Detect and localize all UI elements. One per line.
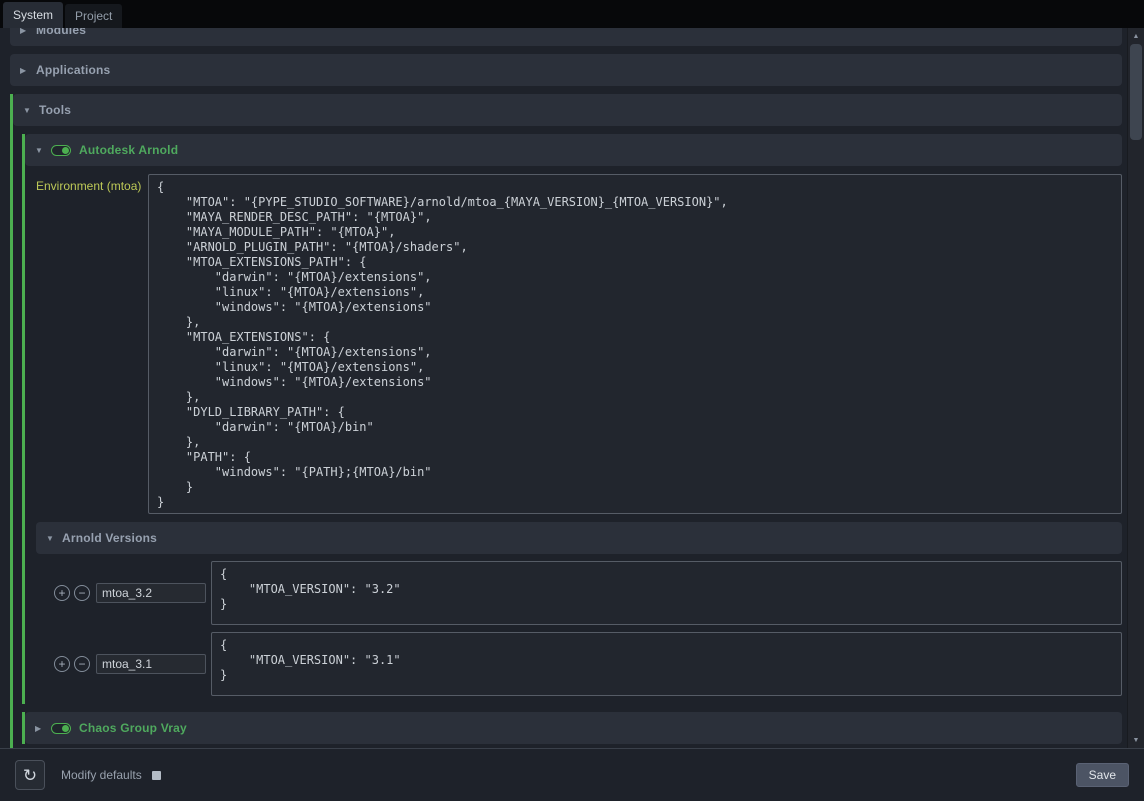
collapse-down-icon: ▼: [35, 146, 51, 155]
section-applications: ▶ Applications: [10, 54, 1122, 86]
arnold-body: Environment (mtoa) { "MTOA": "{PYPE_STUD…: [25, 166, 1122, 704]
version-json-editor[interactable]: { "MTOA_VERSION": "3.2" }: [211, 561, 1122, 625]
add-version-button[interactable]: +: [54, 656, 70, 672]
vray-enabled-toggle[interactable]: [51, 723, 71, 734]
tab-project[interactable]: Project: [65, 4, 122, 28]
section-title-tools: Tools: [39, 103, 71, 117]
vertical-scrollbar[interactable]: ▲ ▼: [1127, 28, 1144, 748]
collapse-right-icon: ▶: [35, 724, 51, 733]
collapse-right-icon: ▶: [20, 66, 36, 75]
section-tools: ▼ Tools ▼ Autodesk Arnold: [10, 94, 1122, 748]
section-header-arnold-versions[interactable]: ▼ Arnold Versions: [36, 522, 1122, 554]
tab-system[interactable]: System: [3, 2, 63, 28]
tools-body: ▼ Autodesk Arnold Environment (mtoa) { "…: [13, 134, 1122, 748]
refresh-button[interactable]: ↻: [15, 760, 45, 790]
save-button[interactable]: Save: [1076, 763, 1129, 787]
modify-defaults-checkbox[interactable]: [152, 771, 161, 780]
section-chaos-group-vray: ▶ Chaos Group Vray: [22, 712, 1122, 744]
version-name-input[interactable]: [96, 654, 206, 674]
collapse-right-icon: ▶: [20, 28, 36, 35]
scroll-down-arrow-icon[interactable]: ▼: [1128, 733, 1144, 747]
version-row: + − { "MTOA_VERSION": "3.2" }: [36, 561, 1122, 625]
version-row: + − { "MTOA_VERSION": "3.1" }: [36, 632, 1122, 696]
collapse-down-icon: ▼: [46, 534, 62, 543]
settings-scroll-area: ▶ Modules ▶ Applications ▼ Tools: [0, 28, 1144, 748]
footer-bar: ↻ Modify defaults Save: [0, 748, 1144, 801]
collapse-down-icon: ▼: [23, 106, 39, 115]
arnold-enabled-toggle[interactable]: [51, 145, 71, 156]
refresh-icon: ↻: [23, 766, 37, 785]
scrollbar-thumb[interactable]: [1130, 44, 1142, 140]
version-json-editor[interactable]: { "MTOA_VERSION": "3.1" }: [211, 632, 1122, 696]
environment-label: Environment (mtoa): [36, 174, 148, 193]
environment-json-editor[interactable]: { "MTOA": "{PYPE_STUDIO_SOFTWARE}/arnold…: [148, 174, 1122, 514]
section-title-arnold-versions: Arnold Versions: [62, 531, 157, 545]
scroll-up-arrow-icon[interactable]: ▲: [1128, 29, 1144, 43]
section-header-tools[interactable]: ▼ Tools: [13, 94, 1122, 126]
remove-version-button[interactable]: −: [74, 656, 90, 672]
add-version-button[interactable]: +: [54, 585, 70, 601]
settings-content: ▶ Modules ▶ Applications ▼ Tools: [0, 28, 1128, 748]
section-title-applications: Applications: [36, 63, 110, 77]
section-header-chaos-group-vray[interactable]: ▶ Chaos Group Vray: [25, 712, 1122, 744]
settings-window: System Project ▶ Modules ▶ Applications: [0, 0, 1144, 801]
section-header-applications[interactable]: ▶ Applications: [10, 54, 1122, 86]
section-title-autodesk-arnold: Autodesk Arnold: [79, 143, 178, 157]
section-autodesk-arnold: ▼ Autodesk Arnold Environment (mtoa) { "…: [22, 134, 1122, 704]
section-header-modules[interactable]: ▶ Modules: [10, 28, 1122, 46]
modify-defaults-label: Modify defaults: [61, 768, 142, 782]
tab-bar: System Project: [0, 0, 1144, 28]
section-title-modules: Modules: [36, 28, 86, 37]
version-name-input[interactable]: [96, 583, 206, 603]
environment-row: Environment (mtoa) { "MTOA": "{PYPE_STUD…: [36, 174, 1122, 514]
arnold-versions: ▼ Arnold Versions + − { "MTOA_VERSION": …: [36, 522, 1122, 696]
section-header-autodesk-arnold[interactable]: ▼ Autodesk Arnold: [25, 134, 1122, 166]
section-title-chaos-group-vray: Chaos Group Vray: [79, 721, 187, 735]
section-modules: ▶ Modules: [10, 28, 1122, 46]
remove-version-button[interactable]: −: [74, 585, 90, 601]
